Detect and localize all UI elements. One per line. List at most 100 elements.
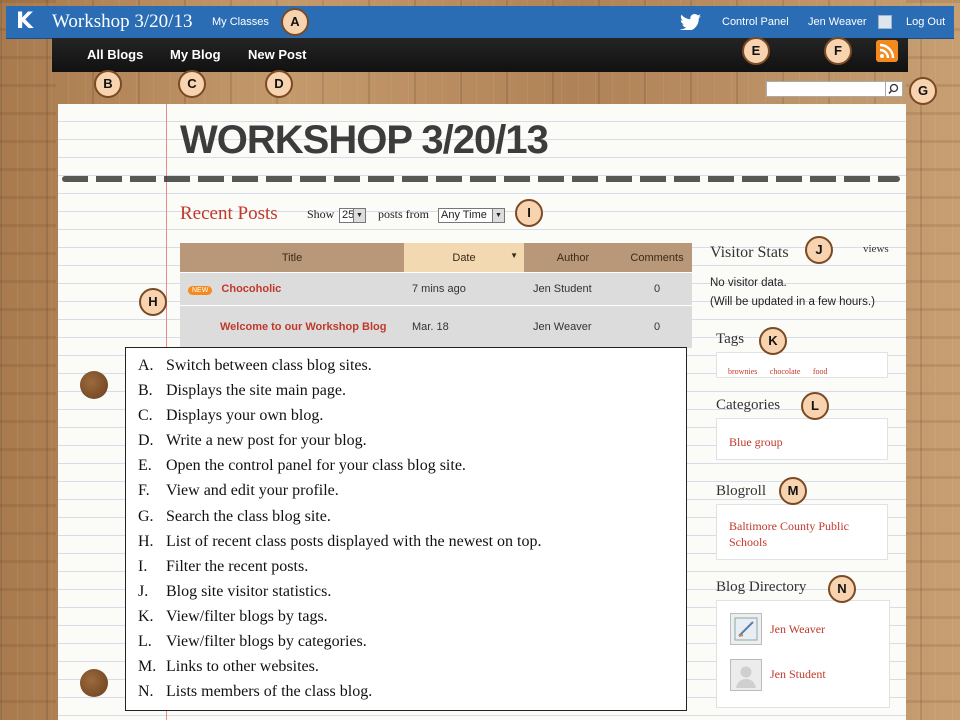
callout-e: E [742, 37, 770, 65]
legend-text: View/filter blogs by categories. [166, 633, 367, 651]
member-avatar-icon[interactable] [730, 659, 762, 691]
blogroll-heading: Blogroll [716, 483, 767, 499]
legend-item: B. Displays the site main page. [138, 378, 686, 403]
column-date[interactable]: Date ▼ [404, 243, 524, 273]
legend-text: Links to other websites. [166, 658, 319, 676]
legend-letter: K. [138, 607, 154, 625]
legend-item: C. Displays your own blog. [138, 403, 686, 428]
callout-i: I [515, 199, 543, 227]
callout-m: M [779, 477, 807, 505]
legend-text: Search the class blog site. [166, 507, 331, 525]
callout-k: K [759, 327, 787, 355]
recent-posts-heading: Recent Posts [180, 203, 278, 224]
post-title-link[interactable]: Welcome to our Workshop Blog [220, 321, 386, 333]
search-icon [888, 83, 899, 94]
search-button[interactable] [885, 81, 903, 97]
recent-posts-table: Title Date ▼ Author Comments NEW Chocoho… [180, 243, 692, 348]
blog-directory-heading: Blog Directory [716, 579, 807, 595]
legend-letter: F. [138, 482, 150, 500]
category-link[interactable]: Blue group [729, 435, 783, 449]
legend-item: F. View and edit your profile. [138, 478, 686, 503]
legend-text: Blog site visitor statistics. [166, 582, 332, 600]
callout-l: L [801, 392, 829, 420]
profile-avatar-icon[interactable] [878, 15, 892, 29]
legend-text: Filter the recent posts. [166, 557, 309, 575]
rss-icon[interactable] [876, 40, 898, 62]
visitor-stats-heading: Visitor Stats [710, 244, 789, 261]
table-row[interactable]: NEW Chocoholic 7 mins ago Jen Student 0 [180, 272, 692, 306]
new-badge: NEW [188, 286, 213, 295]
column-comments[interactable]: Comments [622, 243, 692, 273]
legend-item: G. Search the class blog site. [138, 504, 686, 529]
post-date: 7 mins ago [404, 272, 524, 306]
search-input[interactable] [766, 81, 886, 97]
control-panel-link[interactable]: Control Panel [722, 16, 789, 28]
callout-j: J [805, 236, 833, 264]
column-title[interactable]: Title [180, 243, 404, 273]
my-classes-link[interactable]: My Classes [212, 16, 269, 28]
site-title[interactable]: Workshop 3/20/13 [52, 11, 192, 33]
legend-item: K. View/filter blogs by tags. [138, 604, 686, 629]
categories-box: Blue group [716, 418, 888, 460]
member-link[interactable]: Jen Weaver [770, 622, 825, 637]
tags-box: brownies chocolate food [716, 352, 888, 378]
wood-plank [906, 0, 960, 720]
legend-item: N. Lists members of the class blog. [138, 679, 686, 704]
legend-letter: I. [138, 557, 148, 575]
wood-plank [0, 0, 56, 720]
post-author: Jen Student [524, 272, 622, 306]
logout-link[interactable]: Log Out [906, 16, 945, 28]
member-link[interactable]: Jen Student [770, 667, 826, 682]
blog-title: WORKSHOP 3/20/13 [180, 118, 549, 162]
twitter-icon[interactable] [680, 14, 702, 30]
legend-letter: C. [138, 407, 153, 425]
posts-from-label: posts from [378, 207, 429, 221]
column-author[interactable]: Author [524, 243, 622, 273]
nav-my-blog[interactable]: My Blog [170, 47, 221, 62]
table-row[interactable]: Welcome to our Workshop Blog Mar. 18 Jen… [180, 305, 692, 348]
paper-hole [80, 371, 108, 399]
user-profile-link[interactable]: Jen Weaver [808, 16, 867, 28]
nav-new-post[interactable]: New Post [248, 47, 307, 62]
post-count-select[interactable]: 25 ▼ [339, 208, 366, 223]
legend-letter: B. [138, 382, 153, 400]
post-comments: 0 [622, 305, 692, 348]
categories-heading: Categories [716, 397, 781, 413]
legend-letter: H. [138, 532, 154, 550]
visitor-stats-note: (Will be updated in a few hours.) [710, 296, 875, 308]
legend-letter: D. [138, 432, 154, 450]
nav-all-blogs[interactable]: All Blogs [87, 47, 143, 62]
sort-desc-icon: ▼ [510, 251, 518, 260]
legend-text: View/filter blogs by tags. [166, 607, 328, 625]
visitor-stats-message: No visitor data. [710, 277, 787, 289]
legend-item: E. Open the control panel for your class … [138, 453, 686, 478]
kidblog-logo-icon[interactable]: K [16, 11, 38, 33]
tag-link[interactable]: food [813, 367, 828, 376]
callout-b: B [94, 70, 122, 98]
legend-item: M. Links to other websites. [138, 654, 686, 679]
legend-letter: A. [138, 357, 154, 374]
time-filter-select[interactable]: Any Time ▼ [438, 208, 505, 223]
callout-g: G [909, 77, 937, 105]
legend-item: J. Blog site visitor statistics. [138, 579, 686, 604]
callout-h: H [139, 288, 167, 316]
paper-hole [80, 669, 108, 697]
time-filter-value: Any Time [441, 209, 487, 221]
legend-text: Lists members of the class blog. [166, 683, 373, 701]
blogroll-link[interactable]: Baltimore County Public Schools [729, 519, 849, 549]
callout-f: F [824, 37, 852, 65]
post-title-link[interactable]: Chocoholic [221, 283, 281, 295]
tag-link[interactable]: brownies [728, 367, 757, 376]
legend-text: Switch between class blog sites. [166, 357, 372, 374]
column-date-label: Date [452, 251, 476, 264]
blog-directory-box: Jen Weaver Jen Student [716, 600, 890, 708]
blogroll-box: Baltimore County Public Schools [716, 504, 888, 560]
legend-box: A. Switch between class blog sites. B. Dis… [125, 347, 687, 711]
legend-item: L. View/filter blogs by categories. [138, 629, 686, 654]
chevron-down-icon: ▼ [353, 209, 365, 222]
member-avatar-icon[interactable] [730, 613, 762, 645]
show-label: Show [307, 207, 335, 221]
table-header-row: Title Date ▼ Author Comments [180, 243, 692, 273]
top-bar: K Workshop 3/20/13 My Classes Control Pa… [6, 6, 954, 39]
tag-link[interactable]: chocolate [770, 367, 801, 376]
